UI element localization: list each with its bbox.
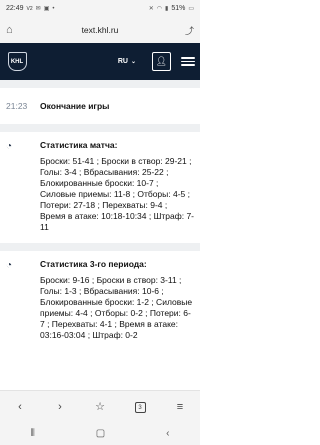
bookmark-star-icon[interactable]: ☆ (88, 400, 112, 413)
divider (0, 243, 200, 251)
status-bar: 22:49 V2 ✉ ▣ • ✕ ◠ ▮ 51% ▭ (0, 0, 200, 17)
logo-shield: KHL (7, 52, 27, 71)
share-icon[interactable]: ⤴ (180, 24, 194, 37)
dot-icon: • (52, 5, 55, 12)
language-selector[interactable]: RU ⌄ (118, 58, 136, 65)
battery-icon: ▭ (188, 6, 194, 12)
stats-text: Броски: 9-16 ; Броски в створ: 3-11 ; Го… (40, 275, 193, 340)
home-icon[interactable]: ⌂ (6, 24, 20, 36)
stats-text: Броски: 51-41 ; Броски в створ: 29-21 ; … (40, 156, 195, 232)
divider (0, 80, 200, 88)
back-icon[interactable]: ‹ (166, 428, 169, 439)
logo-text: KHL (10, 58, 24, 65)
pie-chart-icon: ◔ (6, 141, 13, 152)
match-stats-block: ◔ Статистика матча: Броски: 51-41 ; Брос… (0, 132, 200, 243)
pie-chart-icon: ◔ (6, 260, 13, 271)
khl-logo[interactable]: KHL (5, 47, 29, 77)
recent-apps-icon[interactable]: ⦀ (30, 428, 34, 439)
language-label: RU (117, 58, 128, 65)
tabs-count: 3 (134, 402, 146, 414)
signal-bars-icon: ▮ (165, 6, 169, 12)
user-icon: 👤︎ (155, 56, 168, 66)
carrier-label: V2 (26, 5, 33, 12)
status-time: 22:49 (6, 5, 24, 12)
divider (0, 124, 200, 132)
period-stats-block: ◔ Статистика 3-го периода: Броски: 9-16 … (0, 251, 200, 351)
chevron-down-icon: ⌄ (130, 59, 136, 65)
user-account-button[interactable]: 👤︎ (152, 52, 171, 71)
menu-icon[interactable]: ≡ (168, 401, 192, 413)
image-icon: ▣ (43, 6, 50, 12)
match-feed: 21:23 Окончание игры ◔ Статистика матча:… (0, 80, 200, 390)
event-text: Окончание игры (40, 101, 110, 111)
home-button-icon[interactable]: ▢ (96, 428, 105, 439)
stats-title: Статистика матча: (40, 140, 118, 150)
back-arrow-icon[interactable]: ‹ (8, 401, 32, 413)
stats-title: Статистика 3-го периода: (40, 259, 147, 269)
browser-url-bar: ⌂ text.khl.ru ⤴ (0, 17, 200, 43)
battery-percent: 51% (171, 5, 186, 12)
forward-arrow-icon[interactable]: › (48, 401, 72, 413)
system-nav-bar: ⦀ ▢ ‹ (0, 422, 200, 445)
tabs-button[interactable]: 3 (128, 400, 152, 414)
browser-bottom-bar: ‹ › ☆ 3 ≡ (0, 390, 200, 422)
site-header: KHL RU ⌄ 👤︎ (0, 43, 200, 80)
wifi-icon: ◠ (156, 6, 162, 12)
hamburger-menu-icon[interactable] (181, 57, 195, 66)
feed-event: 21:23 Окончание игры (0, 88, 200, 124)
event-time: 21:23 (6, 101, 28, 111)
url-field[interactable]: text.khl.ru (20, 25, 180, 35)
message-icon: ✉ (35, 6, 41, 12)
mute-icon: ✕ (148, 6, 154, 12)
